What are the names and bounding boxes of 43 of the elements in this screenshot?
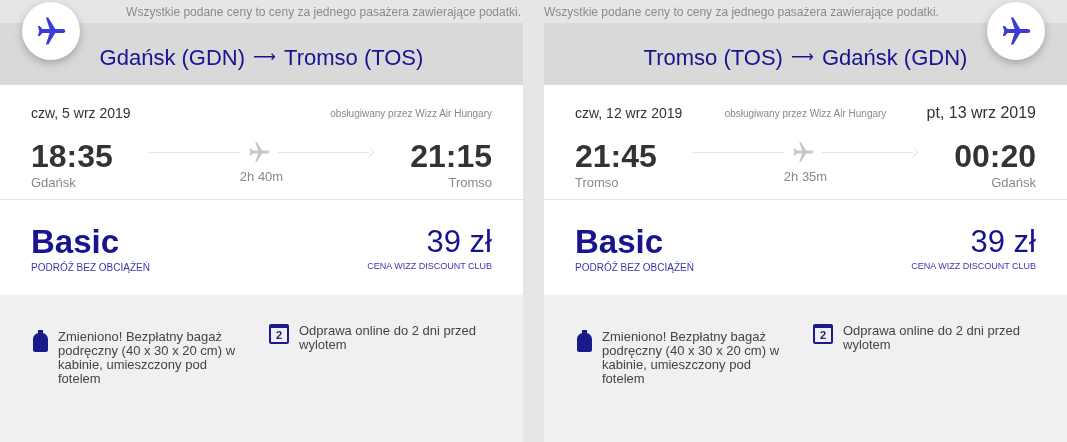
origin-airport: Gdańsk (GDN) — [99, 43, 246, 72]
arrival-time: 00:20 — [953, 136, 1036, 176]
arrival-city: Tromso — [448, 173, 492, 192]
airplane-icon — [790, 139, 816, 165]
fare-subtitle: PODRÓŻ BEZ OBCIĄŻEŃ — [575, 260, 694, 275]
price-notice: Wszystkie podane ceny to ceny za jednego pasażera zawierające podatki. — [544, 3, 939, 21]
calendar-icon: 2 — [269, 324, 289, 344]
departure-city: Tromso — [575, 173, 619, 192]
fare-subtitle: PODRÓŻ BEZ OBCIĄŻEŃ — [31, 260, 150, 275]
perk-text: Zmieniono! Bezpłatny bagaż podręczny (40 x 30 x 20 cm) w kabinie, umieszczony pod fotelem — [602, 330, 781, 388]
backpack-icon — [33, 330, 48, 352]
airplane-icon — [246, 139, 272, 165]
price-notice: Wszystkie podane ceny to ceny za jednego pasażera zawierające podatki. — [126, 3, 521, 21]
price-note: CENA WIZZ DISCOUNT CLUB — [367, 260, 492, 273]
perk-text: Zmieniono! Bezpłatny bagaż podręczny (40 x 30 x 20 cm) w kabinie, umieszczony pod fotelem — [58, 330, 237, 388]
arrow-head-icon — [369, 147, 374, 157]
backpack-icon — [577, 330, 592, 352]
route-arrow: ⟶ — [790, 46, 814, 68]
arrival-city: Gdańsk — [991, 173, 1036, 192]
arrow-head-icon — [913, 147, 918, 157]
arrival-date: pt, 13 wrz 2019 — [925, 103, 1036, 123]
flight-duration: 2h 35m — [783, 168, 828, 186]
destination-airport: Tromso (TOS) — [284, 43, 424, 72]
perk-text: Odprawa online do 2 dni przed wylotem — [299, 324, 478, 354]
origin-airport: Tromso (TOS) — [643, 43, 783, 72]
operator-note: obsługiwany przez Wizz Air Hungary — [330, 106, 492, 121]
fare-price: 39 zł — [426, 224, 492, 260]
operator-note: obsługiwany przez Wizz Air Hungary — [724, 106, 887, 121]
destination-airport: Gdańsk (GDN) — [821, 43, 968, 72]
fare-name: Basic — [575, 224, 665, 260]
route-arrow: ⟶ — [253, 46, 277, 68]
price-note: CENA WIZZ DISCOUNT CLUB — [911, 260, 1036, 273]
departure-date: czw, 5 wrz 2019 — [31, 103, 132, 123]
calendar-icon: 2 — [813, 324, 833, 344]
arrival-time: 21:15 — [409, 136, 492, 176]
flight-duration: 2h 40m — [239, 168, 284, 186]
departure-date: czw, 12 wrz 2019 — [575, 103, 684, 123]
fare-name: Basic — [31, 224, 121, 260]
departure-time: 21:45 — [575, 136, 658, 176]
departure-city: Gdańsk — [31, 173, 76, 192]
perk-text: Odprawa online do 2 dni przed wylotem — [843, 324, 1022, 354]
departure-time: 18:35 — [31, 136, 114, 176]
fare-price: 39 zł — [970, 224, 1036, 260]
